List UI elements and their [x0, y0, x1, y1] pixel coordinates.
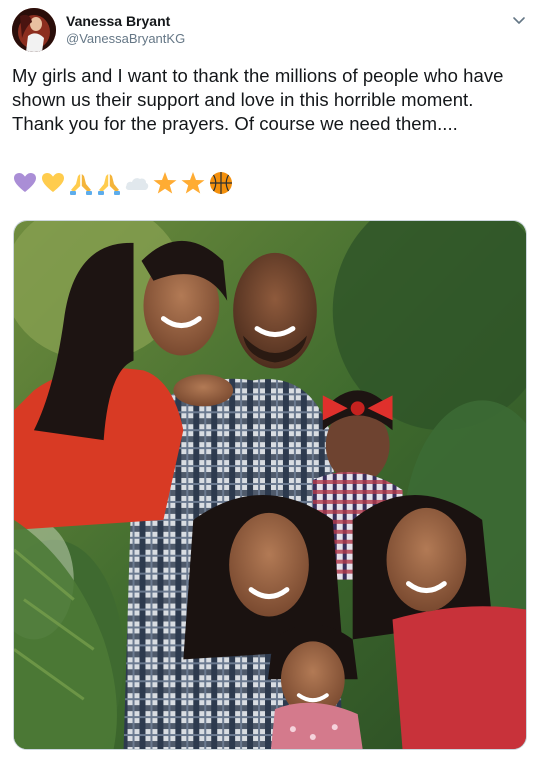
profile-photo-icon — [12, 8, 56, 52]
tweet-text: My girls and I want to thank the million… — [12, 65, 509, 134]
basketball-icon — [210, 172, 232, 194]
folded-hands-icon — [70, 174, 92, 195]
folded-hands-icon — [98, 174, 120, 195]
star-icon — [153, 172, 177, 194]
author-avatar[interactable] — [12, 8, 56, 52]
emoji-row — [12, 170, 234, 196]
family-portrait-image — [14, 221, 526, 749]
tweet-menu-button[interactable] — [509, 10, 529, 30]
author-display-name[interactable]: Vanessa Bryant — [66, 12, 170, 30]
tweet-photo[interactable] — [13, 220, 527, 750]
author-handle[interactable]: @VanessaBryantKG — [66, 30, 185, 47]
cloud-icon — [125, 178, 149, 190]
chevron-down-icon — [513, 17, 525, 24]
star-icon — [181, 172, 205, 194]
purple-heart-icon — [14, 173, 36, 192]
tweet-card: Vanessa Bryant @VanessaBryantKG My girls… — [0, 0, 539, 768]
yellow-heart-icon — [42, 173, 64, 192]
